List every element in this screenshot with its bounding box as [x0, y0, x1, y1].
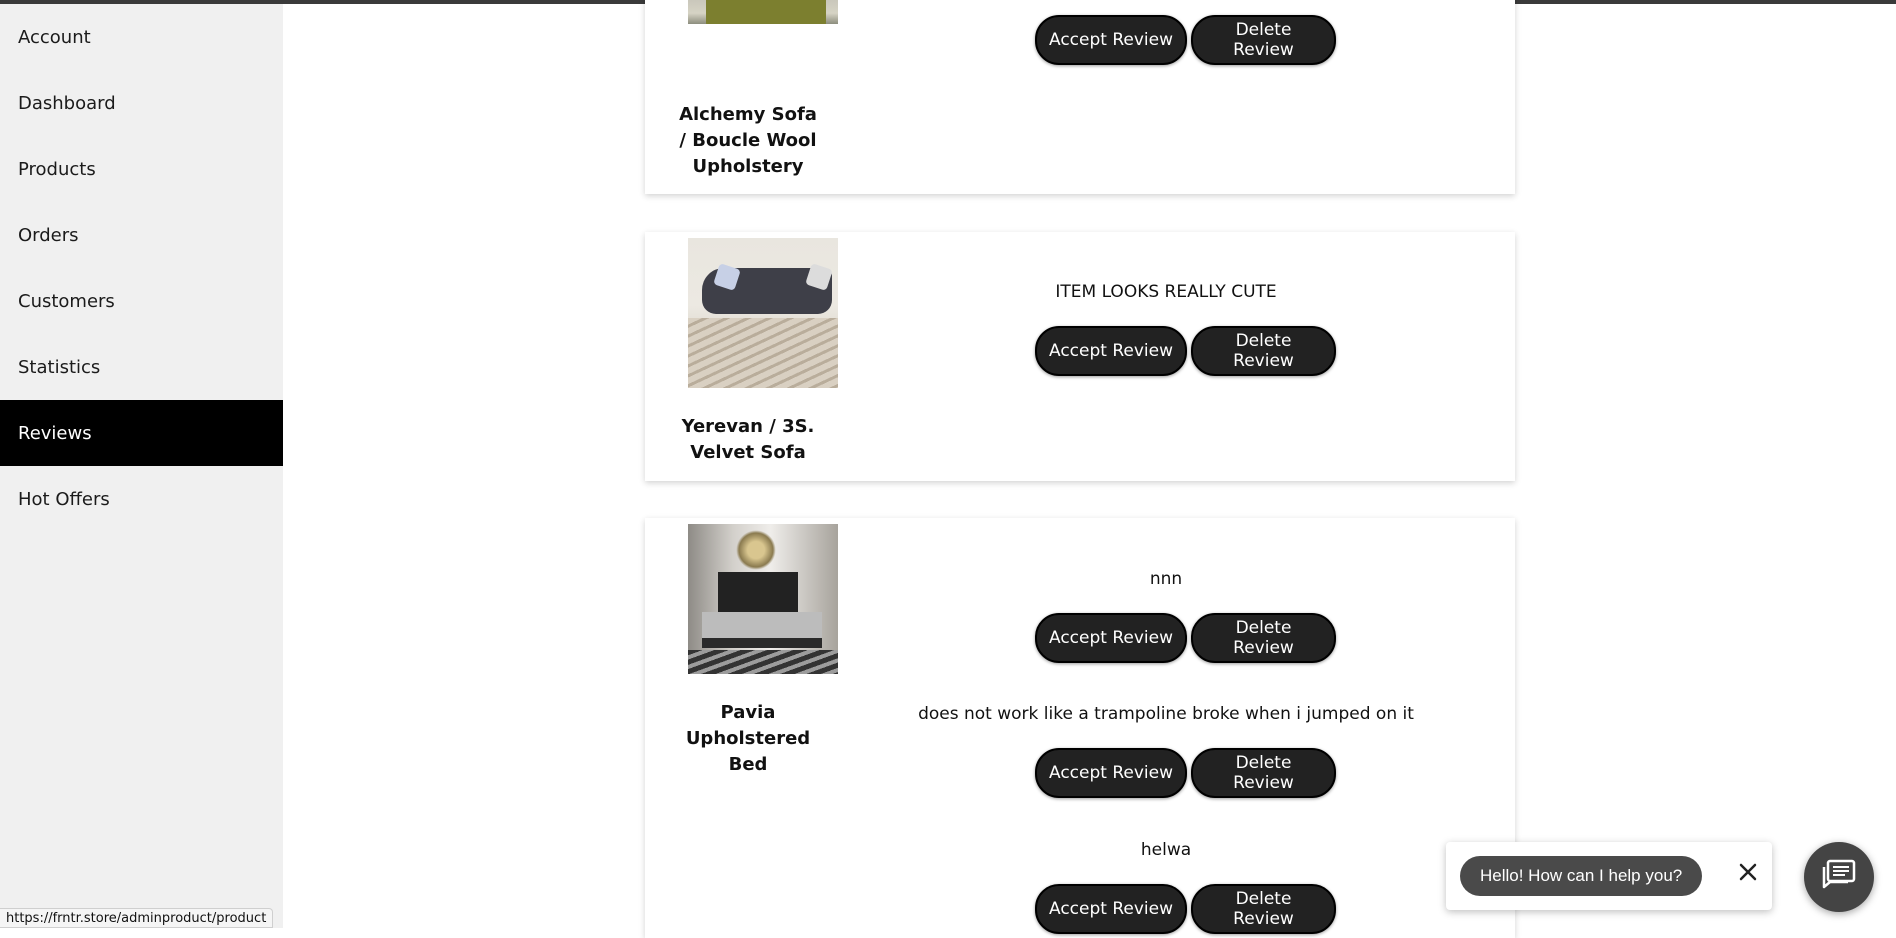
delete-review-button[interactable]: Delete Review: [1191, 326, 1336, 376]
product-name: Yerevan / 3S. Velvet Sofa: [681, 416, 815, 463]
accept-review-button[interactable]: Accept Review: [1035, 326, 1187, 376]
review-actions: Accept Review Delete Review: [1035, 748, 1336, 798]
sidebar-item-reviews[interactable]: Reviews: [0, 400, 283, 466]
review-text: ITEM LOOKS REALLY CUTE: [1055, 282, 1277, 302]
review-actions: Accept Review Delete Review: [1035, 884, 1336, 934]
review-text: helwa: [1140, 840, 1192, 860]
sidebar-item-account[interactable]: Account: [0, 4, 283, 70]
admin-sidebar: Account Dashboard Products Orders Custom…: [0, 4, 283, 928]
accept-review-button[interactable]: Accept Review: [1035, 748, 1187, 798]
delete-review-button[interactable]: Delete Review: [1191, 884, 1336, 934]
sidebar-item-statistics[interactable]: Statistics: [0, 334, 283, 400]
green-sofa-image: [688, 0, 838, 24]
review-card: Pavia Upholstered Bed nnn Accept Review …: [645, 518, 1515, 938]
accept-review-button[interactable]: Accept Review: [1035, 613, 1187, 663]
review-text: does not work like a trampoline broke wh…: [918, 704, 1414, 724]
sidebar-item-dashboard[interactable]: Dashboard: [0, 70, 283, 136]
product-image: [688, 524, 838, 674]
delete-review-button[interactable]: Delete Review: [1191, 15, 1336, 65]
review-card: Alchemy Sofa / Boucle Wool Upholstery Ac…: [645, 0, 1515, 194]
sidebar-item-hot-offers[interactable]: Hot Offers: [0, 466, 283, 532]
status-bar-url: https://frntr.store/adminproduct/product: [0, 908, 274, 928]
delete-review-button[interactable]: Delete Review: [1191, 613, 1336, 663]
product-image: [688, 0, 838, 24]
accept-review-button[interactable]: Accept Review: [1035, 884, 1187, 934]
product-image: [688, 238, 838, 388]
product-name: Pavia Upholstered Bed: [685, 702, 811, 775]
review-actions: Accept Review Delete Review: [1035, 326, 1336, 376]
accept-review-button[interactable]: Accept Review: [1035, 15, 1187, 65]
review-card: Yerevan / 3S. Velvet Sofa ITEM LOOKS REA…: [645, 232, 1515, 481]
close-icon[interactable]: [1736, 860, 1760, 884]
review-text: nnn: [1149, 569, 1183, 589]
chat-launcher-button[interactable]: [1804, 842, 1874, 912]
grey-velvet-sofa-image: [688, 238, 838, 388]
delete-review-button[interactable]: Delete Review: [1191, 748, 1336, 798]
chat-greeting[interactable]: Hello! How can I help you?: [1460, 856, 1703, 896]
sidebar-item-orders[interactable]: Orders: [0, 202, 283, 268]
product-name: Alchemy Sofa / Boucle Wool Upholstery: [679, 104, 817, 177]
review-actions: Accept Review Delete Review: [1035, 613, 1336, 663]
chat-icon: [1820, 857, 1858, 897]
sidebar-item-products[interactable]: Products: [0, 136, 283, 202]
chat-popup: Hello! How can I help you?: [1446, 842, 1772, 910]
review-actions: Accept Review Delete Review: [1035, 15, 1336, 65]
sidebar-item-customers[interactable]: Customers: [0, 268, 283, 334]
bed-image: [688, 524, 838, 674]
